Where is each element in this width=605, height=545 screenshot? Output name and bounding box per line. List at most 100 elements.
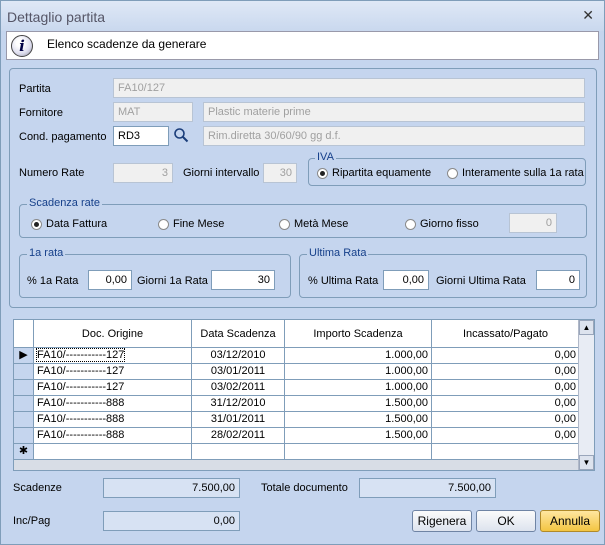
fine-mese-label: Fine Mese (173, 218, 225, 230)
info-bar: i Elenco scadenze da generare (6, 31, 599, 60)
fornitore-label: Fornitore (19, 107, 64, 119)
iva-legend: IVA (315, 151, 336, 163)
fornitore-name-field[interactable]: Plastic materie prime (203, 102, 585, 122)
vertical-scrollbar[interactable]: ▲ ▼ (578, 320, 594, 470)
incassato-cell[interactable]: 0,00 (432, 364, 580, 380)
importo-cell[interactable]: 1.500,00 (285, 396, 432, 412)
incassato-cell[interactable]: 0,00 (432, 428, 580, 444)
table-row[interactable]: FA10/-----------888 31/01/2011 1.500,00 … (14, 412, 580, 428)
data-scadenza-cell[interactable]: 03/02/2011 (192, 380, 285, 396)
iva-interamente-label: Interamente sulla 1a rata (462, 167, 584, 179)
info-text: Elenco scadenze da generare (47, 37, 207, 51)
search-icon[interactable] (173, 127, 189, 143)
giorni-intervallo-field[interactable]: 30 (263, 163, 297, 183)
pct-prima-rata-label: % 1a Rata (27, 275, 79, 287)
iva-interamente-radio[interactable]: Interamente sulla 1a rata (447, 167, 584, 179)
numero-rate-label: Numero Rate (19, 167, 85, 179)
scroll-up-icon[interactable]: ▲ (579, 320, 594, 335)
row-indicator-header (14, 320, 34, 348)
table-row[interactable]: ▶ FA10/-----------127 03/12/2010 1.000,0… (14, 348, 580, 364)
incassato-cell[interactable]: 0,00 (432, 348, 580, 364)
table-row[interactable]: FA10/-----------888 31/12/2010 1.500,00 … (14, 396, 580, 412)
data-scadenza-cell[interactable]: 03/12/2010 (192, 348, 285, 364)
doc-origine-text: FA10/-----------127 (35, 348, 126, 362)
giorno-fisso-field[interactable]: 0 (509, 213, 557, 233)
doc-origine-cell[interactable]: FA10/-----------127 (34, 348, 192, 364)
data-scadenza-cell[interactable] (192, 444, 285, 460)
importo-cell[interactable]: 1.500,00 (285, 412, 432, 428)
table-row[interactable]: FA10/-----------127 03/01/2011 1.000,00 … (14, 364, 580, 380)
fornitore-code-field[interactable]: MAT (113, 102, 193, 122)
data-scadenza-cell[interactable]: 31/01/2011 (192, 412, 285, 428)
giorni-prima-rata-field[interactable]: 30 (211, 270, 275, 290)
meta-mese-radio[interactable]: Metà Mese (279, 218, 348, 230)
radio-unselected-icon (279, 218, 290, 230)
scroll-down-icon[interactable]: ▼ (579, 455, 594, 470)
data-scadenza-cell[interactable]: 03/01/2011 (192, 364, 285, 380)
table-row[interactable]: FA10/-----------127 03/02/2011 1.000,00 … (14, 380, 580, 396)
radio-unselected-icon (405, 218, 416, 230)
window-title: Dettaglio partita (7, 9, 106, 25)
incassato-cell[interactable] (432, 444, 580, 460)
inc-pag-label: Inc/Pag (13, 515, 51, 527)
column-header-importo-scadenza[interactable]: Importo Scadenza (285, 320, 432, 348)
iva-ripartita-label: Ripartita equamente (332, 167, 432, 179)
pct-ultima-rata-field[interactable]: 0,00 (383, 270, 429, 290)
title-bar: Dettaglio partita ✕ (1, 1, 604, 31)
giorni-intervallo-label: Giorni intervallo (183, 167, 260, 179)
row-indicator (14, 380, 34, 396)
data-scadenza-cell[interactable]: 31/12/2010 (192, 396, 285, 412)
data-fattura-label: Data Fattura (46, 218, 108, 230)
annulla-button[interactable]: Annulla (540, 510, 600, 532)
giorni-ultima-rata-field[interactable]: 0 (536, 270, 580, 290)
new-row[interactable]: ✱ (14, 444, 580, 460)
column-header-incassato-pagato[interactable]: Incassato/Pagato (432, 320, 580, 348)
fine-mese-radio[interactable]: Fine Mese (158, 218, 224, 230)
giorni-prima-rata-label: Giorni 1a Rata (137, 275, 208, 287)
doc-origine-cell[interactable]: FA10/-----------127 (34, 364, 192, 380)
info-icon: i (11, 35, 33, 57)
scadenze-grid[interactable]: Doc. Origine Data Scadenza Importo Scade… (13, 319, 595, 471)
row-indicator (14, 428, 34, 444)
iva-ripartita-radio[interactable]: Ripartita equamente (317, 167, 431, 179)
importo-cell[interactable] (285, 444, 432, 460)
doc-origine-cell[interactable]: FA10/-----------888 (34, 428, 192, 444)
column-header-doc-origine[interactable]: Doc. Origine (34, 320, 192, 348)
cond-pagamento-desc-field[interactable]: Rim.diretta 30/60/90 gg d.f. (203, 126, 585, 146)
data-scadenza-cell[interactable]: 28/02/2011 (192, 428, 285, 444)
cond-pagamento-code-field[interactable]: RD3 (113, 126, 169, 146)
partita-field[interactable]: FA10/127 (113, 78, 585, 98)
prima-rata-legend: 1a rata (27, 247, 66, 259)
table-row[interactable]: FA10/-----------888 28/02/2011 1.500,00 … (14, 428, 580, 444)
horizontal-scrollbar[interactable] (14, 460, 580, 470)
numero-rate-field[interactable]: 3 (113, 163, 173, 183)
totale-documento-field: 7.500,00 (359, 478, 496, 498)
data-fattura-radio[interactable]: Data Fattura (31, 218, 107, 230)
pct-prima-rata-field[interactable]: 0,00 (88, 270, 132, 290)
radio-selected-icon (31, 218, 42, 230)
ultima-rata-legend: Ultima Rata (307, 247, 369, 259)
doc-origine-cell[interactable] (34, 444, 192, 460)
importo-cell[interactable]: 1.000,00 (285, 364, 432, 380)
incassato-cell[interactable]: 0,00 (432, 380, 580, 396)
doc-origine-cell[interactable]: FA10/-----------888 (34, 412, 192, 428)
importo-cell[interactable]: 1.500,00 (285, 428, 432, 444)
scadenze-total-field: 7.500,00 (103, 478, 240, 498)
meta-mese-label: Metà Mese (294, 218, 349, 230)
scadenza-rate-legend: Scadenza rate (27, 197, 102, 209)
incassato-cell[interactable]: 0,00 (432, 396, 580, 412)
incassato-cell[interactable]: 0,00 (432, 412, 580, 428)
doc-origine-cell[interactable]: FA10/-----------127 (34, 380, 192, 396)
rigenera-button[interactable]: Rigenera (412, 510, 472, 532)
row-indicator (14, 412, 34, 428)
doc-origine-cell[interactable]: FA10/-----------888 (34, 396, 192, 412)
giorno-fisso-radio[interactable]: Giorno fisso (405, 218, 479, 230)
ok-button[interactable]: OK (476, 510, 536, 532)
row-indicator (14, 364, 34, 380)
pct-ultima-rata-label: % Ultima Rata (308, 275, 379, 287)
close-icon[interactable]: ✕ (582, 7, 594, 24)
column-header-data-scadenza[interactable]: Data Scadenza (192, 320, 285, 348)
importo-cell[interactable]: 1.000,00 (285, 380, 432, 396)
importo-cell[interactable]: 1.000,00 (285, 348, 432, 364)
current-row-icon: ▶ (14, 348, 34, 364)
